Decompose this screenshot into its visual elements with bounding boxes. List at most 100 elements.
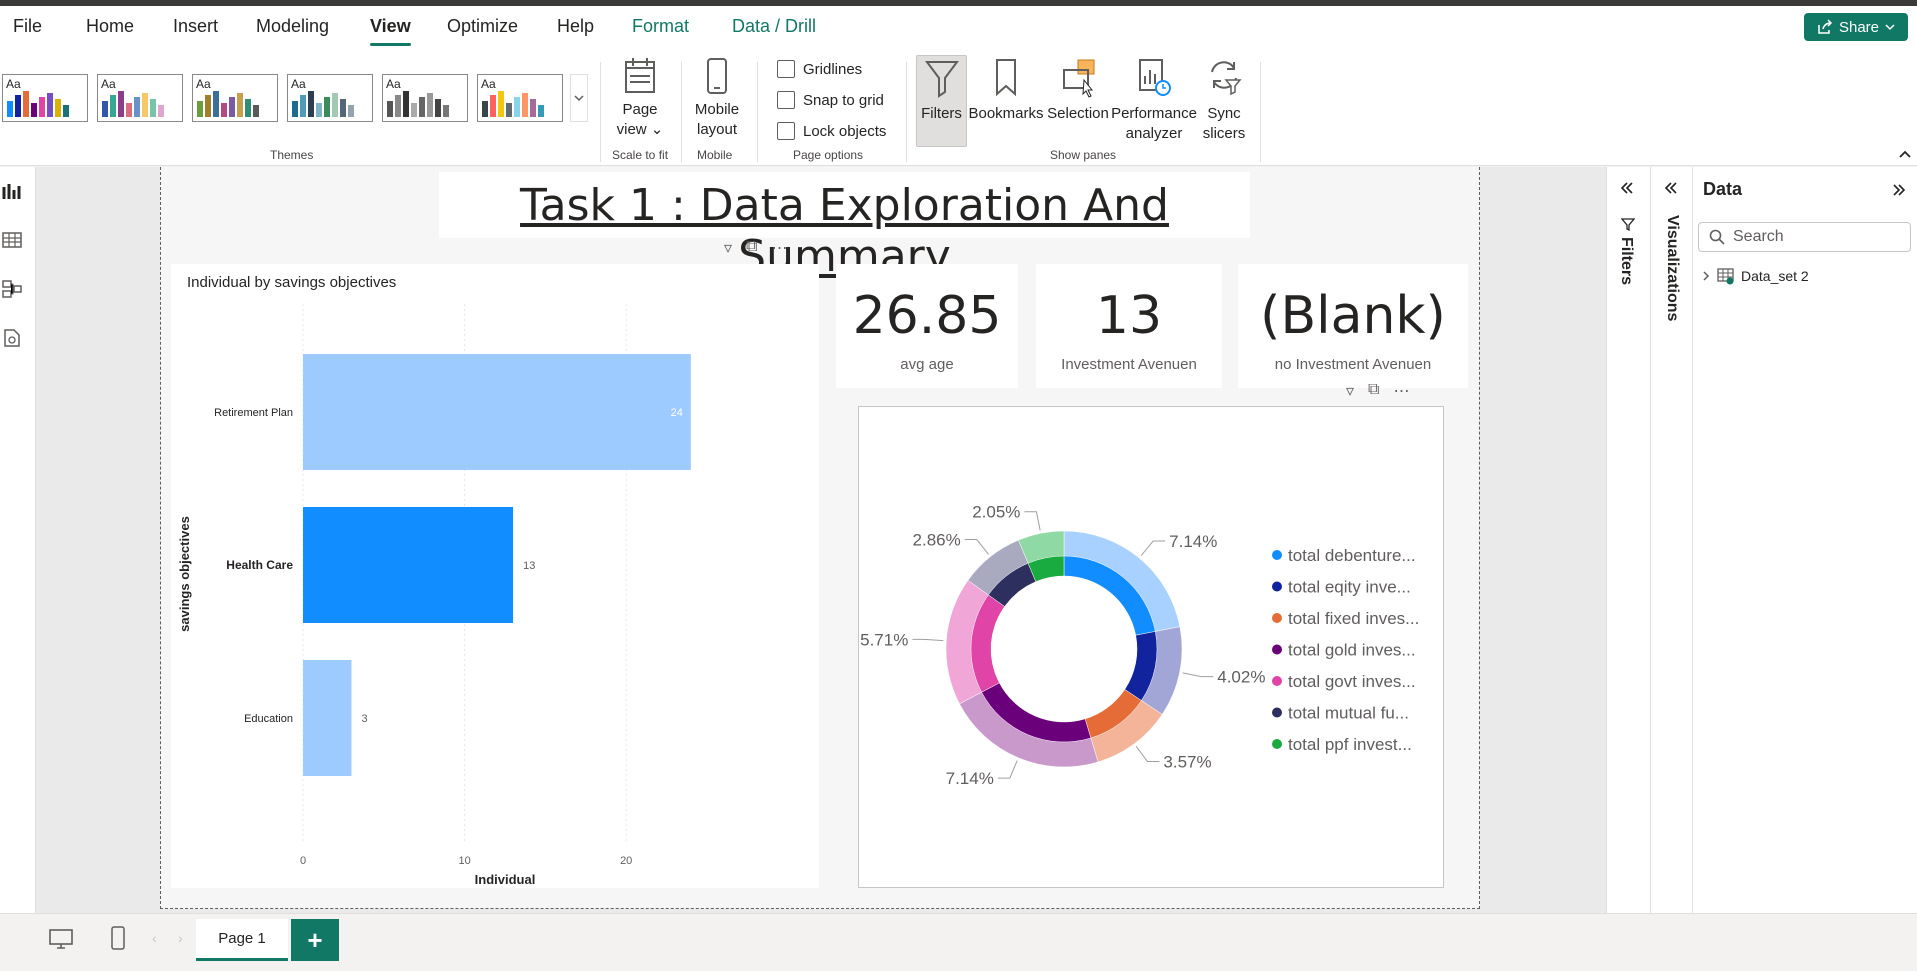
dataset-tree-item[interactable]: Data_set 2 xyxy=(1701,267,1809,285)
mobile-layout-button[interactable]: Mobile layout xyxy=(688,56,746,140)
expand-visualizations-icon[interactable] xyxy=(1663,181,1679,195)
filter-icon[interactable]: ▿ xyxy=(724,238,732,258)
table-view-icon[interactable] xyxy=(2,230,22,250)
data-search-input[interactable]: Search xyxy=(1698,222,1911,252)
theme-swatch xyxy=(435,99,441,117)
kpi-label: avg age xyxy=(900,356,954,373)
page-view-button[interactable]: Page view ⌄ xyxy=(614,56,666,140)
theme-swatch xyxy=(490,95,496,117)
legend-label[interactable]: total fixed inves... xyxy=(1288,609,1419,628)
menu-format[interactable]: Format xyxy=(632,16,689,37)
search-icon xyxy=(1709,229,1725,245)
share-button[interactable]: Share xyxy=(1804,13,1908,41)
dax-query-view-icon[interactable] xyxy=(2,328,22,348)
theme-swatch xyxy=(31,103,37,117)
legend-label[interactable]: total govt inves... xyxy=(1288,672,1416,691)
menu-home[interactable]: Home xyxy=(86,16,134,37)
legend-label[interactable]: total gold inves... xyxy=(1288,641,1416,660)
previous-page-icon[interactable]: ‹ xyxy=(152,930,157,946)
theme-swatch xyxy=(150,99,156,117)
collapse-ribbon-icon[interactable] xyxy=(1898,148,1912,160)
menu-optimize[interactable]: Optimize xyxy=(447,16,518,37)
collapse-data-pane-icon[interactable] xyxy=(1891,183,1907,197)
bar[interactable] xyxy=(303,354,691,470)
theme-option[interactable]: Aa xyxy=(97,74,183,122)
menu-file[interactable]: File xyxy=(13,16,42,37)
legend-label[interactable]: total ppf invest... xyxy=(1288,735,1412,754)
sync-slicers-button[interactable]: Sync slicers xyxy=(1198,56,1250,144)
model-view-icon[interactable] xyxy=(2,279,22,299)
mobile-layout-icon[interactable] xyxy=(110,926,126,950)
page-options-group-label: Page options xyxy=(793,148,864,162)
legend-label[interactable]: total debenture... xyxy=(1288,546,1416,565)
menu-data-drill[interactable]: Data / Drill xyxy=(732,16,816,37)
title-textbox[interactable]: Task 1 : Data Exploration And Summary xyxy=(439,172,1250,282)
chevron-down-icon xyxy=(1885,24,1895,31)
kpi-value: 13 xyxy=(1095,286,1163,346)
chevron-down-icon xyxy=(574,95,584,102)
add-page-button[interactable]: + xyxy=(291,919,339,961)
category-label: Retirement Plan xyxy=(214,407,293,419)
focus-mode-icon[interactable]: ⧉ xyxy=(1368,381,1379,401)
ribbon: Aa Aa Aa Aa Aa Aa Themes Page view ⌄ Scale to… xyxy=(0,52,1917,166)
bar[interactable] xyxy=(303,660,352,776)
selection-pane-button[interactable]: Selection xyxy=(1046,56,1110,124)
donut-chart-visual[interactable]: 7.14% 4.02% 3.57% 7.14% 5.71% 2.86% 2.05% total… xyxy=(858,406,1444,888)
menu-help[interactable]: Help xyxy=(557,16,594,37)
expand-filters-icon[interactable] xyxy=(1619,181,1635,195)
filters-pane-button[interactable]: Filters xyxy=(916,56,967,124)
kpi-label: no Investment Avenuen xyxy=(1274,356,1432,373)
data-label: 7.14% xyxy=(1169,532,1217,551)
focus-mode-icon[interactable]: ⧉ xyxy=(746,238,757,258)
theme-swatch xyxy=(245,99,251,117)
checkbox-box xyxy=(777,91,795,109)
theme-option[interactable]: Aa xyxy=(287,74,373,122)
theme-swatch xyxy=(205,95,211,117)
more-options-icon[interactable]: ⋯ xyxy=(1393,381,1409,401)
menu-modeling[interactable]: Modeling xyxy=(256,16,329,37)
bookmarks-pane-button[interactable]: Bookmarks xyxy=(968,56,1044,124)
theme-swatch xyxy=(110,95,116,117)
legend-label[interactable]: total mutual fu... xyxy=(1288,704,1409,723)
theme-swatch xyxy=(411,103,417,117)
snap-to-grid-checkbox[interactable]: Snap to grid xyxy=(777,91,884,109)
legend-marker xyxy=(1272,707,1282,718)
menu-view[interactable]: View xyxy=(370,16,411,46)
kpi-card-avg-age[interactable]: 26.85 avg age xyxy=(836,264,1018,388)
kpi-card-investment-avenuen[interactable]: 13 Investment Avenuen xyxy=(1036,264,1222,388)
lock-objects-checkbox[interactable]: Lock objects xyxy=(777,122,886,140)
view-switcher-rail xyxy=(0,167,36,913)
desktop-layout-icon[interactable] xyxy=(48,928,74,950)
performance-analyzer-button[interactable]: Performance analyzer xyxy=(1110,56,1198,144)
report-view-icon[interactable] xyxy=(2,181,22,201)
menu-insert[interactable]: Insert xyxy=(173,16,218,37)
theme-option[interactable]: Aa xyxy=(2,74,88,122)
gridlines-checkbox[interactable]: Gridlines xyxy=(777,60,862,78)
data-label: 2.05% xyxy=(972,503,1020,522)
page-view-icon xyxy=(625,58,655,93)
kpi-card-no-investment-avenuen[interactable]: (Blank) no Investment Avenuen xyxy=(1238,264,1468,388)
legend-label[interactable]: total eqity inve... xyxy=(1288,578,1411,597)
gridlines-label: Gridlines xyxy=(803,60,863,78)
bar[interactable] xyxy=(303,507,514,623)
data-label-leader xyxy=(964,539,989,555)
bar-chart-visual[interactable]: Individual by savings objectives 0 10 20 Re… xyxy=(171,264,819,888)
theme-option[interactable]: Aa xyxy=(192,74,278,122)
x-axis-title: Individual xyxy=(475,872,536,887)
page-tab-1[interactable]: Page 1 xyxy=(196,919,288,961)
theme-swatch xyxy=(142,93,148,117)
theme-swatch xyxy=(316,103,322,117)
next-page-icon[interactable]: › xyxy=(178,930,183,946)
category-label: Health Care xyxy=(226,558,293,572)
visualizations-pane-collapsed[interactable]: Visualizations xyxy=(1650,167,1692,913)
filter-icon[interactable]: ▿ xyxy=(1346,381,1354,401)
theme-swatch xyxy=(506,103,512,117)
more-options-icon[interactable]: ⋯ xyxy=(771,238,787,258)
theme-option[interactable]: Aa xyxy=(477,74,563,122)
sync-slicers-label-1: Sync xyxy=(1207,105,1241,122)
theme-gallery-expand-button[interactable] xyxy=(570,74,588,122)
theme-option[interactable]: Aa xyxy=(382,74,468,122)
theme-swatch xyxy=(102,101,108,117)
theme-swatch xyxy=(300,95,306,117)
theme-swatch xyxy=(395,95,401,117)
